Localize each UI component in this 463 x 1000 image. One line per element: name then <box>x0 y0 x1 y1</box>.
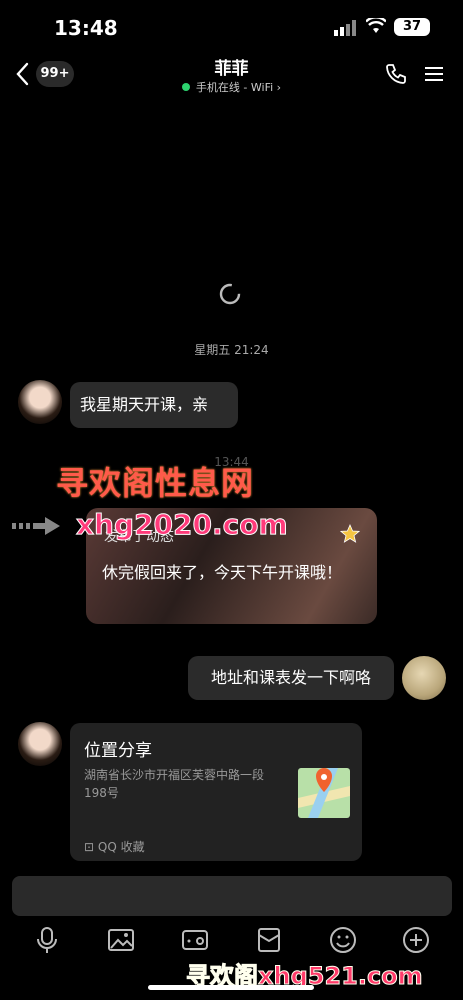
location-source: ⊡ QQ 收藏 <box>84 838 145 855</box>
my-avatar[interactable] <box>402 656 446 700</box>
watermark-url: xhg2020.com <box>76 508 289 542</box>
message-bubble-self[interactable]: 地址和课表发一下啊咯 <box>188 656 394 700</box>
menu-icon[interactable] <box>424 64 444 84</box>
online-dot-icon <box>181 83 190 91</box>
loading-spinner-icon <box>219 283 241 305</box>
phone-icon[interactable] <box>384 62 408 86</box>
mic-icon[interactable] <box>32 925 62 955</box>
wifi-icon <box>366 18 386 33</box>
home-indicator[interactable] <box>148 985 314 990</box>
status-time: 13:48 <box>54 16 118 40</box>
message-bubble[interactable]: 我星期天开课，亲 <box>70 382 238 428</box>
message-input[interactable] <box>12 876 452 916</box>
star-icon <box>340 524 360 543</box>
timestamp: 星期五 21:24 <box>194 343 269 357</box>
red-packet-icon[interactable] <box>254 925 284 955</box>
chevron-right-icon: › <box>276 81 282 94</box>
contact-avatar[interactable] <box>18 380 62 424</box>
location-title: 位置分享 <box>84 741 152 761</box>
image-icon[interactable] <box>106 925 136 955</box>
battery-indicator: 37 <box>394 18 430 36</box>
online-status-text: 手机在线 - WiFi <box>195 81 274 94</box>
location-address: 湖南省长沙市开福区芙蓉中路一段198号 <box>84 768 265 800</box>
emoji-icon[interactable] <box>328 925 358 955</box>
bookmark-icon: ⊡ <box>84 840 95 854</box>
contact-avatar[interactable] <box>18 722 62 766</box>
watermark-text: 寻欢阁性息网 <box>56 464 255 502</box>
moment-text: 休完假回来了，今天下午开课哦！ <box>102 563 343 582</box>
plus-icon[interactable] <box>401 925 431 955</box>
arrow-icon <box>12 517 60 535</box>
camera-icon[interactable] <box>180 925 210 955</box>
signal-icon <box>334 20 356 36</box>
map-thumbnail-icon <box>298 768 350 818</box>
location-source-text: QQ 收藏 <box>97 840 145 854</box>
